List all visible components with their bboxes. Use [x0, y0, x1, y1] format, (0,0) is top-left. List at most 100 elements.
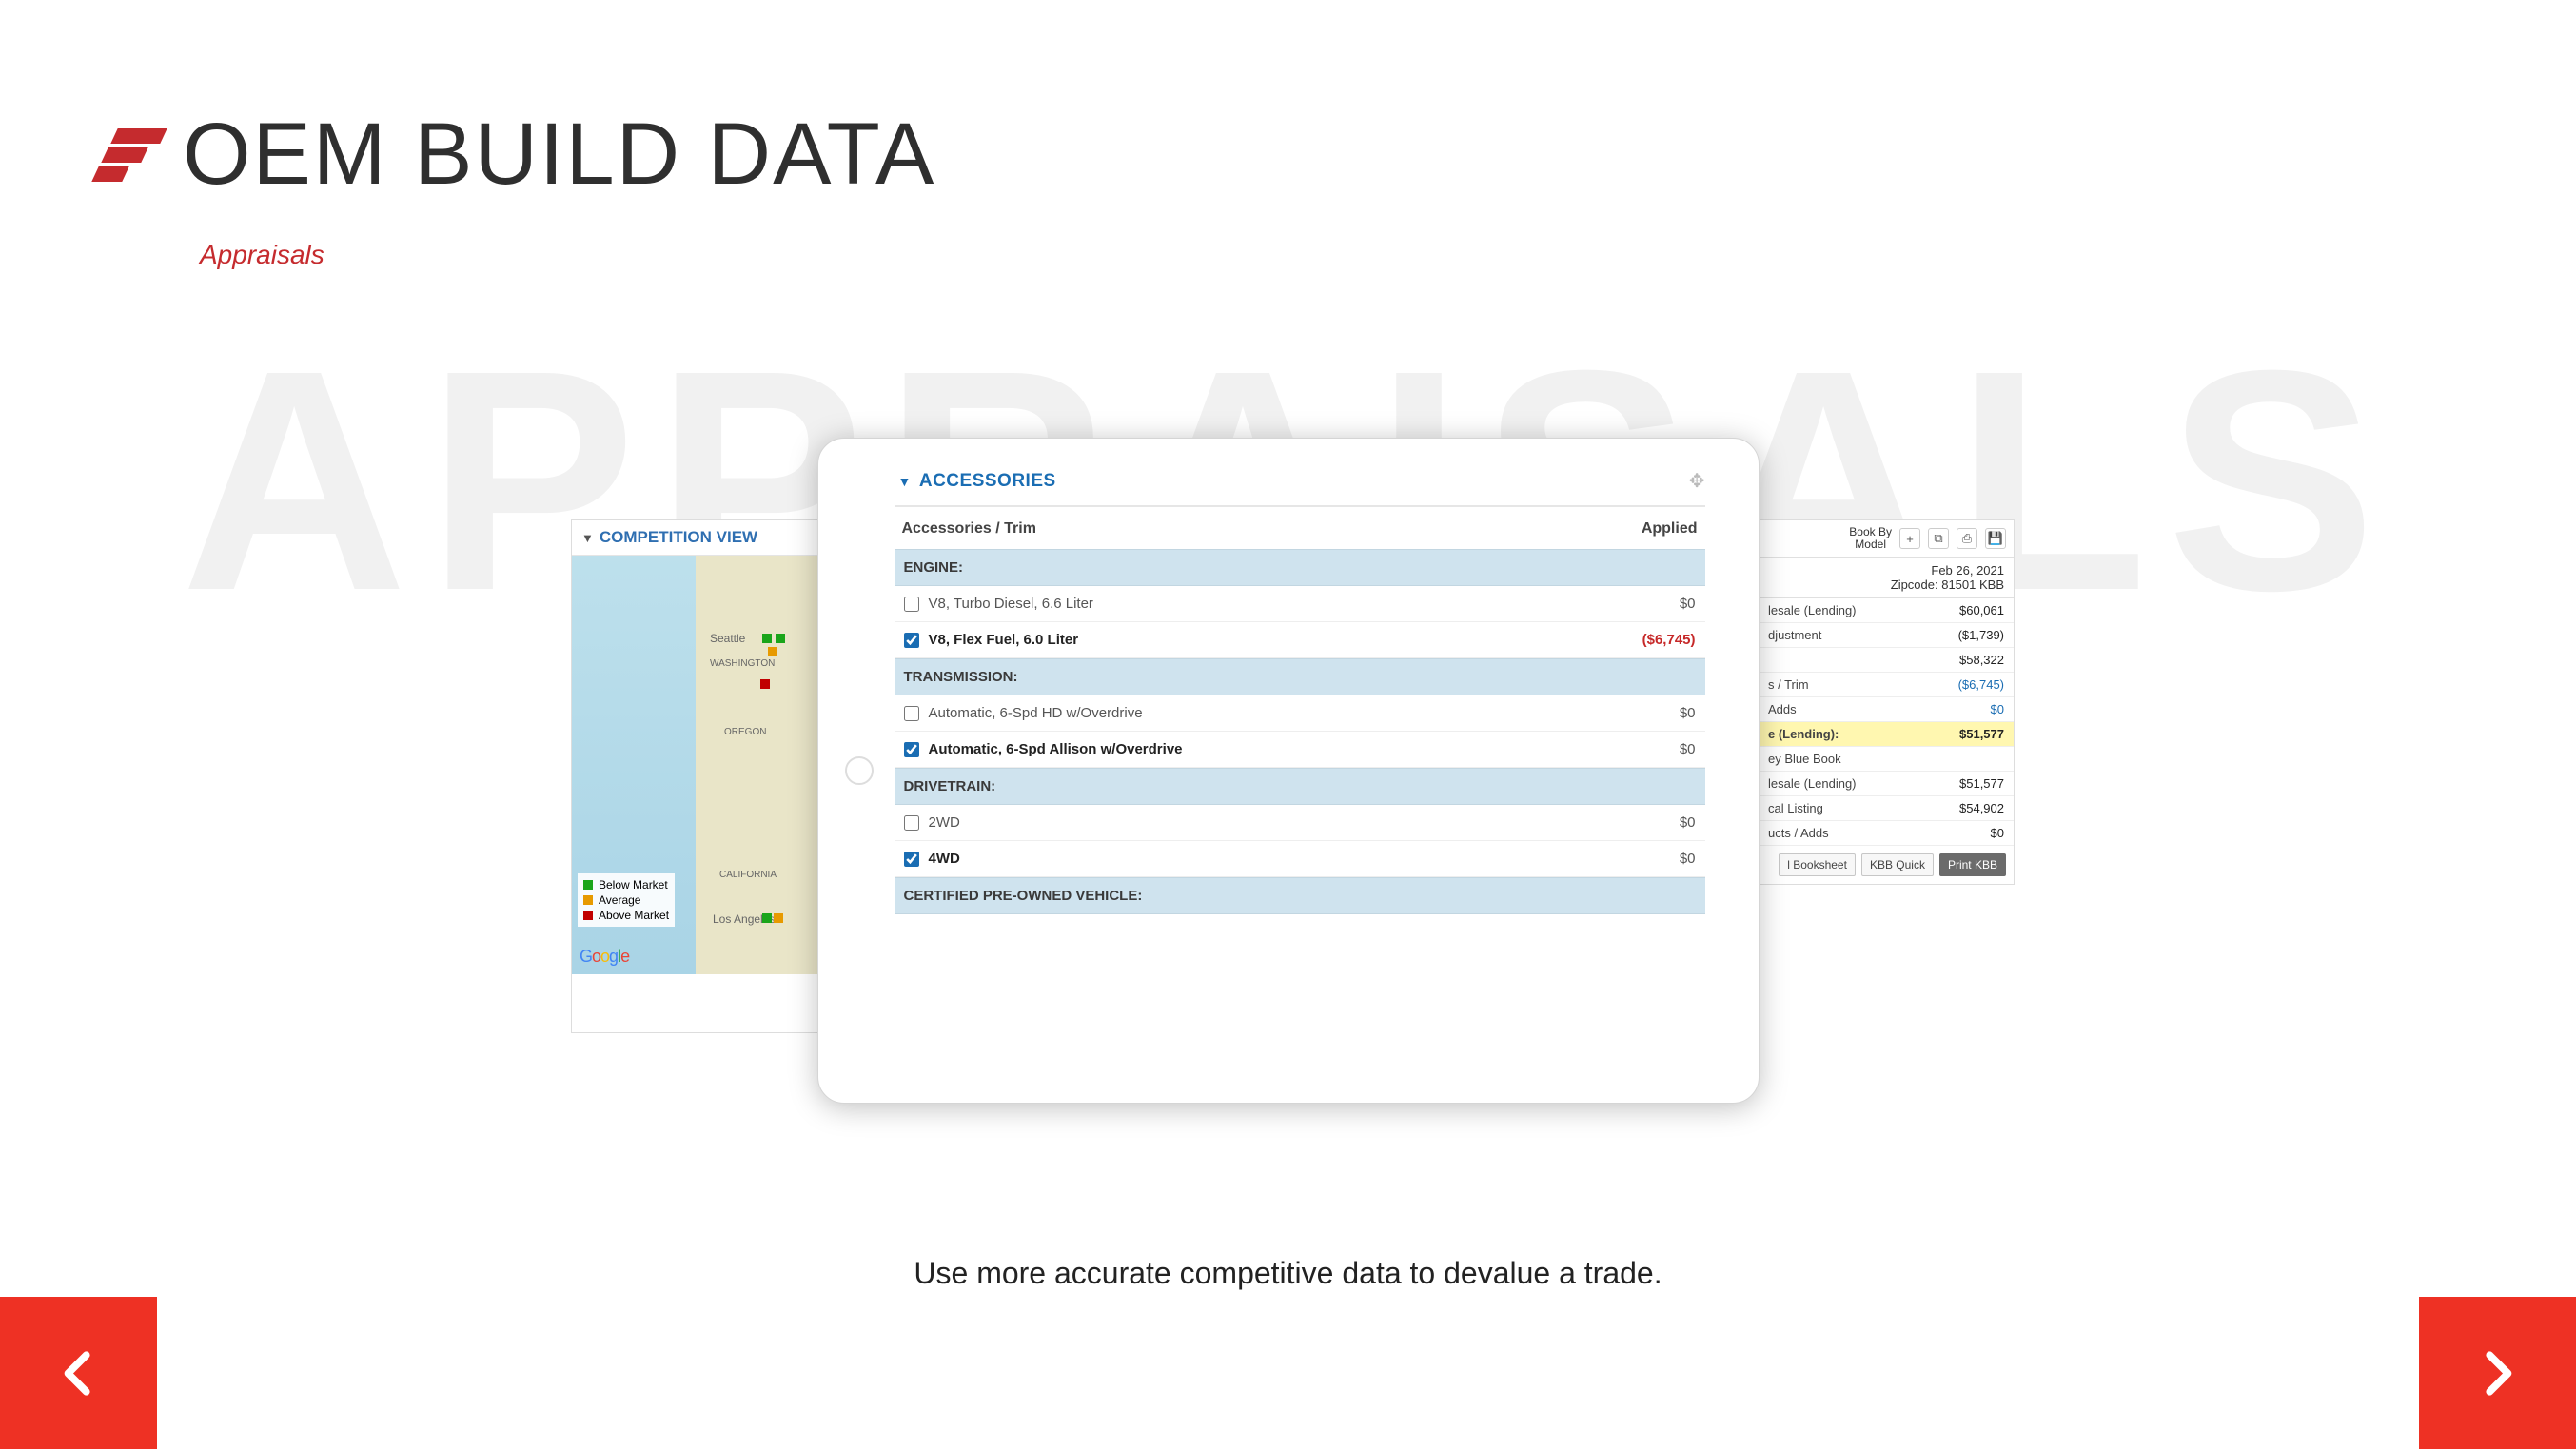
kbb-row-value: $51,577: [1959, 727, 2004, 741]
kbb-quick-button[interactable]: KBB Quick: [1861, 853, 1934, 876]
kbb-row: e (Lending): $51,577: [1759, 722, 2014, 747]
kbb-row: s / Trim ($6,745): [1759, 673, 2014, 697]
kbb-row-value: $54,902: [1959, 801, 2004, 815]
tablet-home-button-icon: [845, 756, 874, 785]
page-subtitle: Appraisals: [200, 240, 324, 270]
link-button[interactable]: ⧉: [1928, 528, 1949, 549]
add-button[interactable]: +: [1899, 528, 1920, 549]
kbb-meta: Feb 26, 2021 Zipcode: 81501 KBB: [1759, 558, 2014, 598]
kbb-zip: Zipcode: 81501 KBB: [1768, 578, 2004, 592]
accessories-title[interactable]: ▼ ACCESSORIES: [898, 471, 1056, 492]
page-header: OEM BUILD DATA: [95, 105, 935, 205]
next-button[interactable]: [2419, 1297, 2576, 1449]
accessories-modal: ▼ ACCESSORIES ✥ Accessories / Trim Appli…: [817, 438, 1760, 1104]
kbb-rows: lesale (Lending)$60,061djustment($1,739)…: [1759, 598, 2014, 846]
accessory-item: V8, Flex Fuel, 6.0 Liter ($6,745): [895, 622, 1705, 658]
map-label: WASHINGTON: [710, 658, 775, 669]
map-legend: Below Market Average Above Market: [578, 873, 675, 927]
map-label: CALIFORNIA: [719, 870, 777, 880]
kbb-row: ucts / Adds $0: [1759, 821, 2014, 846]
accessory-checkbox[interactable]: [904, 633, 919, 648]
kbb-row: Adds $0: [1759, 697, 2014, 722]
col-applied: Applied: [1642, 520, 1698, 538]
competition-view-panel: ▼ COMPETITION VIEW Seattle WASHINGTON OR…: [571, 519, 847, 1033]
accessory-item: Automatic, 6-Spd Allison w/Overdrive$0: [895, 732, 1705, 768]
accessory-value: ($6,745): [1642, 632, 1696, 648]
map-label: OREGON: [724, 727, 766, 737]
kbb-row-value: $0: [1991, 826, 2004, 840]
accessory-group-header: DRIVETRAIN:: [895, 768, 1705, 805]
map-marker[interactable]: [776, 634, 785, 643]
accessory-value: $0: [1680, 814, 1696, 831]
chevron-left-icon: [52, 1347, 105, 1400]
accessory-checkbox[interactable]: [904, 742, 919, 757]
kbb-row-value: $0: [1991, 702, 2004, 716]
accessory-group-header: ENGINE:: [895, 549, 1705, 586]
save-icon[interactable]: 💾: [1985, 528, 2006, 549]
kbb-row-label: Adds: [1768, 702, 1797, 716]
google-attribution: Google: [580, 947, 629, 967]
accessory-checkbox[interactable]: [904, 597, 919, 612]
accessory-label: 2WD: [929, 814, 1670, 831]
competition-view-label: COMPETITION VIEW: [600, 528, 757, 547]
accessory-item: 4WD $0: [895, 841, 1705, 877]
map-marker[interactable]: [762, 913, 772, 923]
kbb-row: lesale (Lending)$51,577: [1759, 772, 2014, 796]
kbb-row-label: lesale (Lending): [1768, 603, 1857, 617]
accessory-value: $0: [1680, 596, 1696, 612]
accessory-value: $0: [1680, 851, 1696, 867]
accessories-title-label: ACCESSORIES: [919, 471, 1056, 492]
kbb-row-label: ucts / Adds: [1768, 826, 1829, 840]
accessory-label: V8, Flex Fuel, 6.0 Liter: [929, 632, 1633, 648]
kbb-row-label: cal Listing: [1768, 801, 1823, 815]
kbb-toolbar: Book By Model + ⧉ ⎙ 💾: [1759, 520, 2014, 558]
brand-logo-icon: [95, 128, 164, 182]
kbb-row-value: ($6,745): [1958, 677, 2004, 692]
kbb-row-value: $58,322: [1959, 653, 2004, 667]
kbb-buttons: l Booksheet KBB Quick Print KBB: [1759, 846, 2014, 884]
accessory-value: $0: [1680, 741, 1696, 757]
map-marker[interactable]: [760, 679, 770, 689]
kbb-row-label: e (Lending):: [1768, 727, 1839, 741]
accessories-body: ENGINE: V8, Turbo Diesel, 6.6 Liter $0 V8, …: [895, 549, 1705, 914]
accessory-label: 4WD: [929, 851, 1670, 867]
slide-caption: Use more accurate competitive data to de…: [914, 1256, 1662, 1291]
accessory-group-header: CERTIFIED PRE-OWNED VEHICLE:: [895, 877, 1705, 914]
drag-handle-icon[interactable]: ✥: [1689, 478, 1701, 485]
col-accessories: Accessories / Trim: [902, 520, 1036, 538]
print-icon[interactable]: ⎙: [1957, 528, 1977, 549]
kbb-row-value: $60,061: [1959, 603, 2004, 617]
accessory-checkbox[interactable]: [904, 852, 919, 867]
kbb-date: Feb 26, 2021: [1768, 563, 2004, 578]
accessory-checkbox[interactable]: [904, 706, 919, 721]
map[interactable]: Seattle WASHINGTON OREGON NEVA CALIFORNI…: [572, 556, 846, 974]
caret-down-icon: ▼: [898, 474, 912, 489]
prev-button[interactable]: [0, 1297, 157, 1449]
caret-down-icon: ▼: [581, 531, 594, 545]
accessory-checkbox[interactable]: [904, 815, 919, 831]
chevron-right-icon: [2471, 1347, 2524, 1400]
accessory-value: $0: [1680, 705, 1696, 721]
kbb-row-label: djustment: [1768, 628, 1821, 642]
kbb-row: lesale (Lending) $60,061: [1759, 598, 2014, 623]
kbb-row-value: $51,577: [1959, 776, 2004, 791]
accessory-group-header: TRANSMISSION:: [895, 658, 1705, 695]
kbb-values-panel: Book By Model + ⧉ ⎙ 💾 Feb 26, 2021 Zipco…: [1758, 519, 2015, 885]
kbb-row: $58,322: [1759, 648, 2014, 673]
page-title: OEM BUILD DATA: [183, 105, 935, 205]
book-by-model-button[interactable]: Book By Model: [1849, 526, 1892, 551]
kbb-row: cal Listing $54,902: [1759, 796, 2014, 821]
accessory-item: 2WD $0: [895, 805, 1705, 841]
map-marker[interactable]: [774, 913, 783, 923]
kbb-row-label: s / Trim: [1768, 677, 1809, 692]
print-kbb-button[interactable]: Print KBB: [1939, 853, 2006, 876]
map-marker[interactable]: [762, 634, 772, 643]
accessory-label: Automatic, 6-Spd HD w/Overdrive: [929, 705, 1670, 721]
competition-view-header[interactable]: ▼ COMPETITION VIEW: [572, 520, 846, 556]
kbb-row-label: ey Blue Book: [1768, 752, 1841, 766]
map-marker[interactable]: [768, 647, 777, 656]
kbb-row: ey Blue Book: [1759, 747, 2014, 772]
map-label: Seattle: [710, 632, 745, 645]
accessory-label: V8, Turbo Diesel, 6.6 Liter: [929, 596, 1670, 612]
booksheet-button[interactable]: l Booksheet: [1779, 853, 1856, 876]
